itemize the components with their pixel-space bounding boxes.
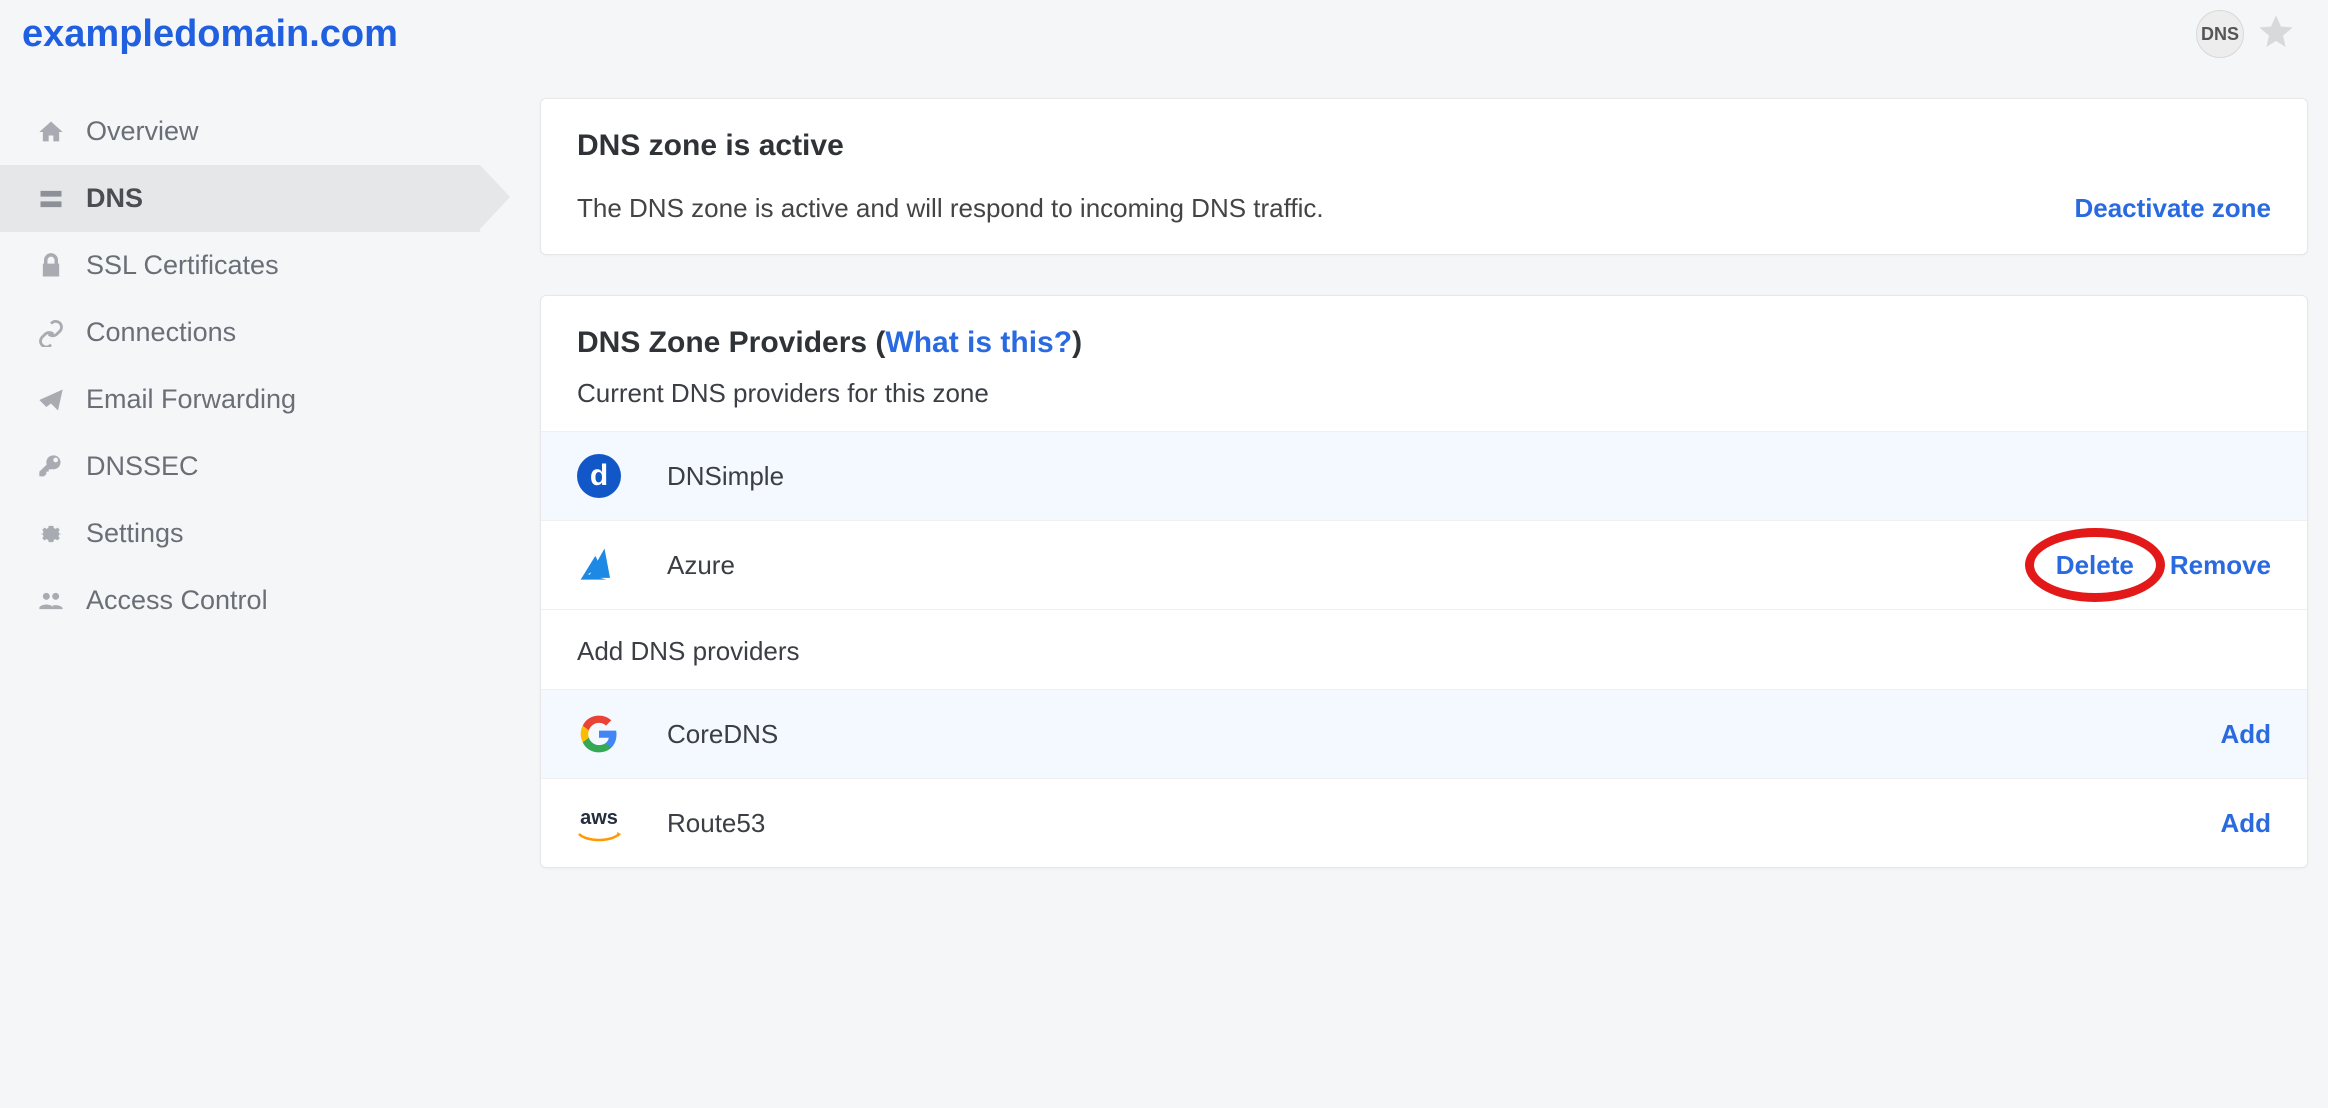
remove-button[interactable]: Remove: [2170, 550, 2271, 581]
current-providers-label: Current DNS providers for this zone: [541, 370, 2307, 431]
sidebar-item-label: DNS: [86, 183, 143, 214]
provider-name: DNSimple: [667, 461, 2271, 492]
aws-logo-icon: aws: [577, 801, 621, 845]
sidebar-item-label: DNSSEC: [86, 451, 199, 482]
add-button[interactable]: Add: [2220, 719, 2271, 750]
provider-row-dnsimple: d DNSimple: [541, 431, 2307, 520]
sidebar-item-label: Settings: [86, 518, 184, 549]
lock-icon: [36, 252, 66, 280]
sidebar-item-email[interactable]: Email Forwarding: [0, 366, 480, 433]
dnsimple-logo-icon: d: [577, 454, 621, 498]
sidebar-item-settings[interactable]: Settings: [0, 500, 480, 567]
delete-highlight: Delete: [2056, 550, 2134, 581]
what-is-this-link[interactable]: What is this?: [885, 326, 1072, 360]
sidebar-item-label: Access Control: [86, 585, 268, 616]
dns-badge[interactable]: DNS: [2196, 10, 2244, 58]
sidebar-item-access-control[interactable]: Access Control: [0, 567, 480, 634]
star-icon[interactable]: [2256, 12, 2296, 57]
sidebar-item-label: Email Forwarding: [86, 384, 296, 415]
zone-status-card: DNS zone is active The DNS zone is activ…: [540, 98, 2308, 255]
gear-icon: [36, 520, 66, 548]
link-icon: [36, 319, 66, 347]
providers-title: DNS Zone Providers (What is this?): [577, 326, 2271, 360]
page-header: exampledomain.com DNS: [0, 0, 2328, 68]
provider-name: Azure: [667, 550, 2010, 581]
zone-status-text: The DNS zone is active and will respond …: [577, 193, 1324, 224]
provider-name: Route53: [667, 808, 2174, 839]
sidebar-item-label: Overview: [86, 116, 199, 147]
add-providers-label: Add DNS providers: [541, 609, 2307, 689]
sidebar-item-dns[interactable]: DNS: [0, 165, 480, 232]
providers-title-prefix: DNS Zone Providers (: [577, 326, 885, 360]
sidebar: Overview DNS SSL Certificates Connection…: [0, 68, 480, 634]
key-icon: [36, 453, 66, 481]
domain-title[interactable]: exampledomain.com: [22, 13, 398, 56]
provider-row-azure: Azure Delete Remove: [541, 520, 2307, 609]
providers-card: DNS Zone Providers (What is this?) Curre…: [540, 295, 2308, 868]
header-right: DNS: [2196, 10, 2296, 58]
home-icon: [36, 118, 66, 146]
provider-name: CoreDNS: [667, 719, 2174, 750]
provider-row-coredns: CoreDNS Add: [541, 689, 2307, 778]
sidebar-item-label: SSL Certificates: [86, 250, 279, 281]
main: DNS zone is active The DNS zone is activ…: [480, 68, 2328, 938]
add-button[interactable]: Add: [2220, 808, 2271, 839]
sidebar-item-overview[interactable]: Overview: [0, 98, 480, 165]
provider-row-route53: aws Route53 Add: [541, 778, 2307, 867]
sidebar-item-connections[interactable]: Connections: [0, 299, 480, 366]
server-icon: [36, 185, 66, 213]
azure-logo-icon: [577, 543, 621, 587]
users-icon: [36, 587, 66, 615]
zone-status-title: DNS zone is active: [577, 129, 2271, 163]
delete-button[interactable]: Delete: [2056, 550, 2134, 581]
sidebar-item-label: Connections: [86, 317, 236, 348]
deactivate-zone-button[interactable]: Deactivate zone: [2074, 193, 2271, 224]
google-logo-icon: [577, 712, 621, 756]
paper-plane-icon: [36, 386, 66, 414]
providers-title-suffix: ): [1072, 326, 1082, 360]
sidebar-item-ssl[interactable]: SSL Certificates: [0, 232, 480, 299]
sidebar-item-dnssec[interactable]: DNSSEC: [0, 433, 480, 500]
